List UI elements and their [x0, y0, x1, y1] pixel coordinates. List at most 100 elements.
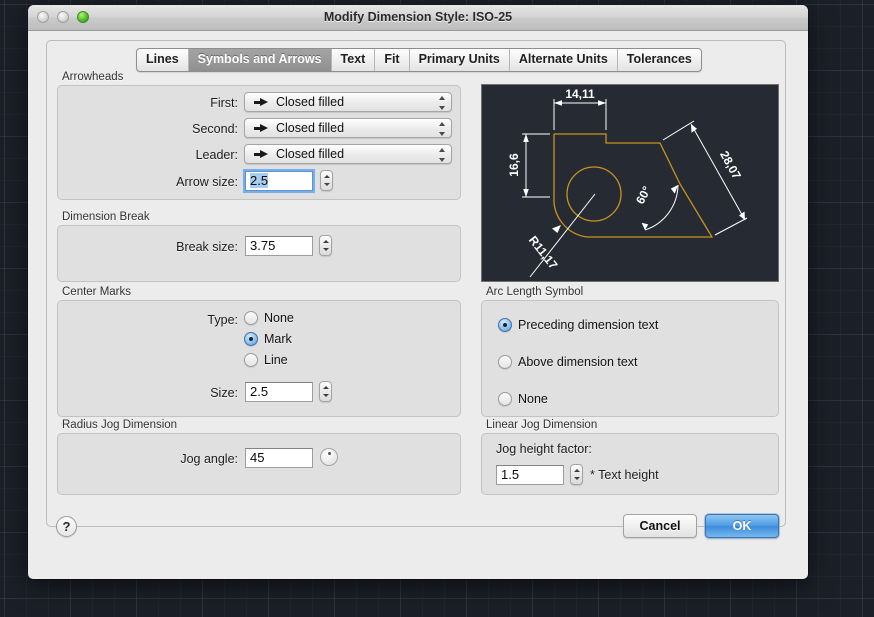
- break-size-input[interactable]: 3.75: [245, 236, 313, 256]
- leader-arrowhead-label: Leader:: [195, 148, 238, 162]
- radio-dot-icon: [498, 318, 512, 332]
- radio-dot-icon: [498, 392, 512, 406]
- tab-fit[interactable]: Fit: [375, 49, 410, 71]
- arrow-size-value: 2.5: [250, 173, 269, 188]
- arrowheads-group-label: Arrowheads: [62, 71, 124, 83]
- first-arrowhead-label: First:: [210, 96, 238, 110]
- tab-symbols-and-arrows[interactable]: Symbols and Arrows: [188, 49, 332, 71]
- center-mark-size-input[interactable]: 2.5: [245, 382, 313, 402]
- center-mark-mark-radio[interactable]: Mark: [244, 332, 292, 346]
- center-mark-none-label: None: [264, 311, 294, 325]
- radius-jog-group-label: Radius Jog Dimension: [62, 419, 178, 431]
- cancel-button[interactable]: Cancel: [623, 514, 697, 538]
- arrowhead-icon: [523, 134, 529, 142]
- jog-height-suffix: * Text height: [590, 468, 659, 482]
- jog-height-factor-stepper[interactable]: [570, 464, 583, 485]
- break-size-label: Break size:: [176, 240, 238, 254]
- jog-height-factor-label: Jog height factor:: [496, 442, 592, 456]
- close-window-button[interactable]: [37, 11, 49, 23]
- radio-dot-icon: [244, 353, 258, 367]
- dimension-break-group-label: Dimension Break: [62, 211, 150, 223]
- dim-text-radius: R11,17: [526, 233, 561, 272]
- center-mark-line-radio[interactable]: Line: [244, 353, 288, 367]
- window-titlebar[interactable]: Modify Dimension Style: ISO-25: [28, 5, 808, 31]
- second-arrowhead-value: Closed filled: [276, 121, 345, 135]
- tab-tolerances[interactable]: Tolerances: [618, 49, 701, 71]
- closed-filled-arrow-icon: [254, 123, 269, 133]
- arc-length-above-label: Above dimension text: [518, 355, 638, 369]
- center-mark-type-label: Type:: [207, 313, 238, 327]
- arc-length-none-radio[interactable]: None: [498, 392, 548, 406]
- help-button[interactable]: ?: [56, 516, 77, 537]
- second-arrowhead-dropdown[interactable]: Closed filled: [244, 118, 452, 138]
- desktop-background: Modify Dimension Style: ISO-25 Arrowhead…: [0, 0, 874, 617]
- center-mark-line-label: Line: [264, 353, 288, 367]
- arc-length-symbol-group: Arc Length Symbol Preceding dimension te…: [481, 286, 779, 417]
- dimension-break-group: Dimension Break Break size: 3.75: [57, 211, 461, 282]
- window-title: Modify Dimension Style: ISO-25: [323, 10, 513, 24]
- dimension-style-preview: 14,11 16,6 28,07 60° R11,17: [481, 84, 779, 282]
- linear-jog-group-label: Linear Jog Dimension: [486, 419, 598, 431]
- part-hole: [566, 166, 622, 222]
- tab-lines[interactable]: Lines: [137, 49, 189, 71]
- dim-text-60: 60°: [633, 184, 654, 207]
- arrowhead-icon: [552, 225, 561, 233]
- jog-angle-label: Jog angle:: [180, 452, 238, 466]
- part-outline: [554, 133, 714, 238]
- part-fillet: [553, 134, 588, 238]
- arrowhead-icon: [554, 100, 562, 106]
- dim-text-14: 14,11: [565, 87, 595, 101]
- arc-length-none-label: None: [518, 392, 548, 406]
- chevron-updown-icon: [439, 96, 446, 110]
- center-mark-none-radio[interactable]: None: [244, 311, 294, 325]
- preview-cad-drawing: 14,11 16,6 28,07 60° R11,17: [507, 87, 748, 278]
- arc-length-preceding-radio[interactable]: Preceding dimension text: [498, 318, 658, 332]
- radius-jog-dimension-group: Radius Jog Dimension Jog angle: 45: [57, 419, 461, 495]
- linear-jog-dimension-group: Linear Jog Dimension Jog height factor: …: [481, 419, 779, 495]
- first-arrowhead-value: Closed filled: [276, 95, 345, 109]
- chevron-updown-icon: [439, 148, 446, 162]
- arrow-size-input[interactable]: 2.5: [243, 169, 315, 193]
- jog-angle-input[interactable]: 45: [245, 448, 313, 468]
- modify-dimension-style-dialog: Modify Dimension Style: ISO-25 Arrowhead…: [28, 5, 808, 579]
- tab-alternate-units[interactable]: Alternate Units: [510, 49, 618, 71]
- ext-line-aligned-bottom: [714, 217, 748, 236]
- arrowhead-icon: [739, 211, 745, 220]
- jog-angle-dial[interactable]: [320, 448, 338, 466]
- tab-bar: Lines Symbols and Arrows Text Fit Primar…: [28, 30, 808, 72]
- arc-length-above-radio[interactable]: Above dimension text: [498, 355, 638, 369]
- first-arrowhead-dropdown[interactable]: Closed filled: [244, 92, 452, 112]
- arrow-size-label: Arrow size:: [176, 175, 238, 189]
- ok-button[interactable]: OK: [705, 514, 779, 538]
- tab-content-panel: Arrowheads First: Closed filled Second: …: [46, 40, 786, 527]
- leader-arrowhead-value: Closed filled: [276, 147, 345, 161]
- arrowhead-icon: [598, 100, 606, 106]
- center-marks-group-label: Center Marks: [62, 286, 132, 298]
- tab-strip: Lines Symbols and Arrows Text Fit Primar…: [136, 48, 702, 72]
- leader-arrowhead-dropdown[interactable]: Closed filled: [244, 144, 452, 164]
- break-size-stepper[interactable]: [319, 235, 332, 256]
- arc-length-preceding-label: Preceding dimension text: [518, 318, 659, 332]
- radio-dot-icon: [244, 311, 258, 325]
- tab-primary-units[interactable]: Primary Units: [410, 49, 510, 71]
- center-marks-group: Center Marks Type: None Mark Line Size: …: [57, 286, 461, 417]
- arrowhead-icon: [691, 124, 697, 133]
- radio-dot-icon: [244, 332, 258, 346]
- ext-line-aligned-top: [662, 120, 695, 141]
- closed-filled-arrow-icon: [254, 149, 269, 159]
- arrowheads-group: Arrowheads First: Closed filled Second: …: [57, 71, 461, 200]
- jog-height-factor-input[interactable]: 1.5: [496, 465, 564, 485]
- second-arrowhead-label: Second:: [192, 122, 238, 136]
- center-mark-mark-label: Mark: [264, 332, 292, 346]
- arrow-size-stepper[interactable]: [320, 170, 333, 191]
- closed-filled-arrow-icon: [254, 97, 269, 107]
- minimize-window-button[interactable]: [57, 11, 69, 23]
- dim-text-16: 16,6: [507, 153, 521, 177]
- center-mark-size-stepper[interactable]: [319, 381, 332, 402]
- tab-text[interactable]: Text: [332, 49, 376, 71]
- radio-dot-icon: [498, 355, 512, 369]
- zoom-window-button[interactable]: [77, 11, 89, 23]
- arrowhead-icon: [523, 189, 529, 197]
- chevron-updown-icon: [439, 122, 446, 136]
- center-mark-size-label: Size:: [210, 386, 238, 400]
